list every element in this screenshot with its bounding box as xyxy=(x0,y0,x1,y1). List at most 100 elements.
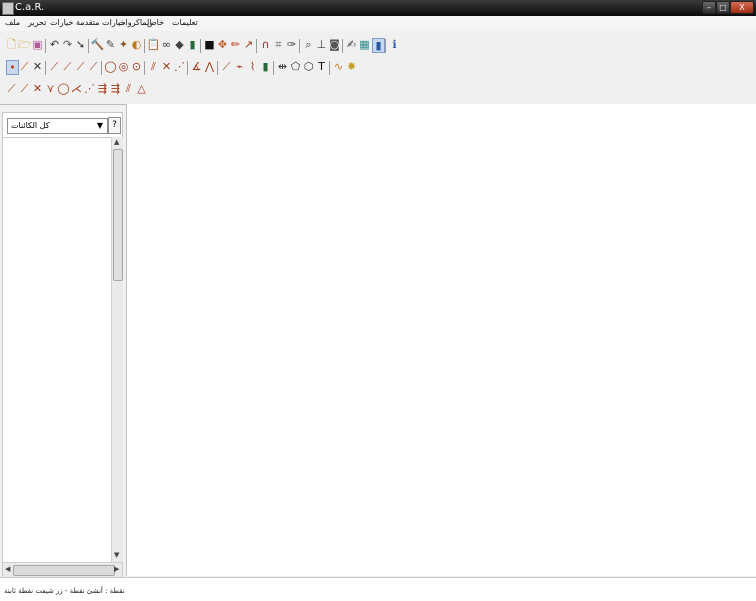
menu-advanced-options[interactable]: خيارات متقدمة xyxy=(76,18,125,27)
toolbar-separator xyxy=(217,61,218,75)
perpendicular-icon[interactable]: ⊥ xyxy=(316,38,327,51)
title-bar: C.a.R. – □ X xyxy=(0,0,756,16)
fixed-angle-icon[interactable]: ⋀ xyxy=(204,60,215,73)
new-file-icon[interactable]: 🗋 xyxy=(6,38,17,51)
toolbar-separator xyxy=(342,39,343,53)
tangent-icon[interactable]: ⟋ xyxy=(19,82,30,95)
text-icon[interactable]: T xyxy=(316,60,327,73)
status-bar: نقطة : أنشئ نقطة - زر شيفت نقطة ثابتة xyxy=(0,577,756,601)
conic-icon[interactable]: ⬡ xyxy=(303,60,314,73)
undo-all-icon[interactable]: ↷ xyxy=(62,38,73,51)
book-tool-icon[interactable]: ▮ xyxy=(260,60,271,73)
cross-icon[interactable]: ✕ xyxy=(32,82,43,95)
objects-filter-value: كل الكائنات xyxy=(11,121,50,130)
hide-icon[interactable]: ◐ xyxy=(131,38,142,51)
draw-icon[interactable]: ✍ xyxy=(346,38,357,51)
trace-icon[interactable]: ⌇ xyxy=(247,60,258,73)
info-icon[interactable]: ℹ xyxy=(389,38,400,51)
hammer-icon[interactable]: 🔨 xyxy=(91,38,105,51)
menu-help[interactable]: تعليمات xyxy=(172,18,198,27)
scroll-down-icon[interactable]: ▼ xyxy=(114,551,119,559)
toolbar-separator xyxy=(256,39,257,53)
black-square-icon[interactable]: ■ xyxy=(204,38,215,51)
book-icon[interactable]: ▮ xyxy=(187,38,198,51)
help-button[interactable]: ? xyxy=(108,117,121,134)
infinity-icon[interactable]: ∞ xyxy=(161,38,172,51)
fixed-segment-icon[interactable]: ⟋ xyxy=(88,60,99,73)
objects-panel: كل الكائنات ▼ ? ▲ ▼ ◀ ▶ xyxy=(2,112,123,578)
menu-edit[interactable]: تحرير xyxy=(28,18,46,27)
vertical-scrollbar[interactable]: ▲ ▼ xyxy=(111,137,123,562)
triangle-icon[interactable]: △ xyxy=(136,82,147,95)
circle-icon[interactable]: ◯ xyxy=(104,60,116,73)
reflect-icon[interactable]: ⌁ xyxy=(234,60,245,73)
function-icon[interactable]: ∿ xyxy=(333,60,344,73)
maximize-button[interactable]: □ xyxy=(716,1,730,14)
scroll-up-icon[interactable]: ▲ xyxy=(114,138,119,146)
toolbar-separator xyxy=(88,39,89,53)
clipboard-icon[interactable]: 📋 xyxy=(147,38,161,51)
toolbar-separator xyxy=(101,61,102,75)
distance-icon[interactable]: ⇹ xyxy=(277,60,288,73)
text-edit-icon[interactable]: ✑ xyxy=(286,38,297,51)
toolbar-separator xyxy=(200,39,201,53)
polygon-icon[interactable]: ⬠ xyxy=(290,60,301,73)
bisector-icon[interactable]: ⟋ xyxy=(6,82,17,95)
minimize-button[interactable]: – xyxy=(702,1,716,14)
zoom-icon[interactable]: ⌕ xyxy=(303,38,314,51)
diamond-icon[interactable]: ◆ xyxy=(174,38,185,51)
angle-icon[interactable]: ∡ xyxy=(191,60,202,73)
toolbar-separator xyxy=(45,61,46,75)
vector-icon[interactable]: ⟋ xyxy=(75,60,86,73)
move-icon[interactable]: ✎ xyxy=(105,38,116,51)
circle-3pt-icon[interactable]: ◎ xyxy=(118,60,129,73)
camera-icon[interactable]: ◙ xyxy=(329,38,340,51)
back-icon[interactable]: ➘ xyxy=(75,38,86,51)
circle-point-icon[interactable]: ◯ xyxy=(57,82,69,95)
scroll-left-icon[interactable]: ◀ xyxy=(5,565,10,573)
scroll-right-icon[interactable]: ▶ xyxy=(114,565,119,573)
magnet-icon[interactable]: ∩ xyxy=(260,38,271,51)
toolbar-separator xyxy=(144,39,145,53)
parallel-lines-icon[interactable]: ⫽ xyxy=(123,82,134,95)
ray-icon[interactable]: ↗ xyxy=(243,38,254,51)
locus-icon[interactable]: ✸ xyxy=(346,60,357,73)
construction-canvas[interactable] xyxy=(126,104,756,576)
parallel-icon[interactable]: ⫽ xyxy=(148,60,159,73)
segment-icon[interactable]: ⟋ xyxy=(19,60,30,73)
angle-bisector-icon[interactable]: ⋎ xyxy=(45,82,56,95)
arrows-tool-icon[interactable]: ⇶ xyxy=(97,82,108,95)
open-file-icon[interactable]: 🗁 xyxy=(18,38,32,51)
select-mode-icon[interactable]: ▮ xyxy=(372,38,385,53)
pin-icon[interactable]: ✦ xyxy=(118,38,129,51)
toolbar-separator xyxy=(187,61,188,75)
grid-icon[interactable]: ⌗ xyxy=(273,38,284,51)
vertical-scroll-thumb[interactable] xyxy=(113,149,123,281)
arrows-icon[interactable]: ✥ xyxy=(217,38,228,51)
toolbar-separator xyxy=(45,39,46,53)
midpoint-icon[interactable]: ⋰ xyxy=(174,60,185,73)
close-button[interactable]: X xyxy=(730,1,754,14)
toolbar: 🗋 🗁 ▣ ↶ ↷ ➘ 🔨 ✎ ✦ ◐ 📋 ∞ ◆ ▮ ■ ✥ ✏ ↗ ∩ ⌗ ✑ ⌕ ⊥ ◙ ✍ ▦ ▮ ℹ • ⟋ ✕ ⟋ ⟋ ⟋ ⟋ ◯ ◎ ⊙ ⫽ ✕… xyxy=(0,31,756,105)
objects-filter-select[interactable]: كل الكائنات ▼ xyxy=(7,118,108,134)
perpendicular-tool-icon[interactable]: ✕ xyxy=(161,60,172,73)
dots-icon[interactable]: ⋰ xyxy=(84,82,95,95)
move-point-icon[interactable]: ⟋ xyxy=(221,60,232,73)
menu-options[interactable]: خيارات xyxy=(50,18,73,27)
reflection-icon[interactable]: ⋌ xyxy=(71,82,82,95)
horizontal-scrollbar[interactable]: ◀ ▶ xyxy=(3,562,122,577)
palette-icon[interactable]: ▦ xyxy=(359,38,370,51)
save-file-icon[interactable]: ▣ xyxy=(32,38,43,51)
undo-icon[interactable]: ↶ xyxy=(49,38,60,51)
ray-tool-icon[interactable]: ⟋ xyxy=(62,60,73,73)
objects-list[interactable] xyxy=(3,137,122,578)
line-icon[interactable]: ⟋ xyxy=(49,60,60,73)
intersection-icon[interactable]: ✕ xyxy=(32,60,43,73)
pencil-icon[interactable]: ✏ xyxy=(230,38,241,51)
fixed-circle-icon[interactable]: ⊙ xyxy=(131,60,142,73)
window-title: C.a.R. xyxy=(15,2,45,13)
menu-file[interactable]: ملف xyxy=(5,18,20,27)
point-icon[interactable]: • xyxy=(6,60,19,75)
multi-arrow-icon[interactable]: ⇶ xyxy=(110,82,121,95)
horizontal-scroll-thumb[interactable] xyxy=(13,565,115,576)
